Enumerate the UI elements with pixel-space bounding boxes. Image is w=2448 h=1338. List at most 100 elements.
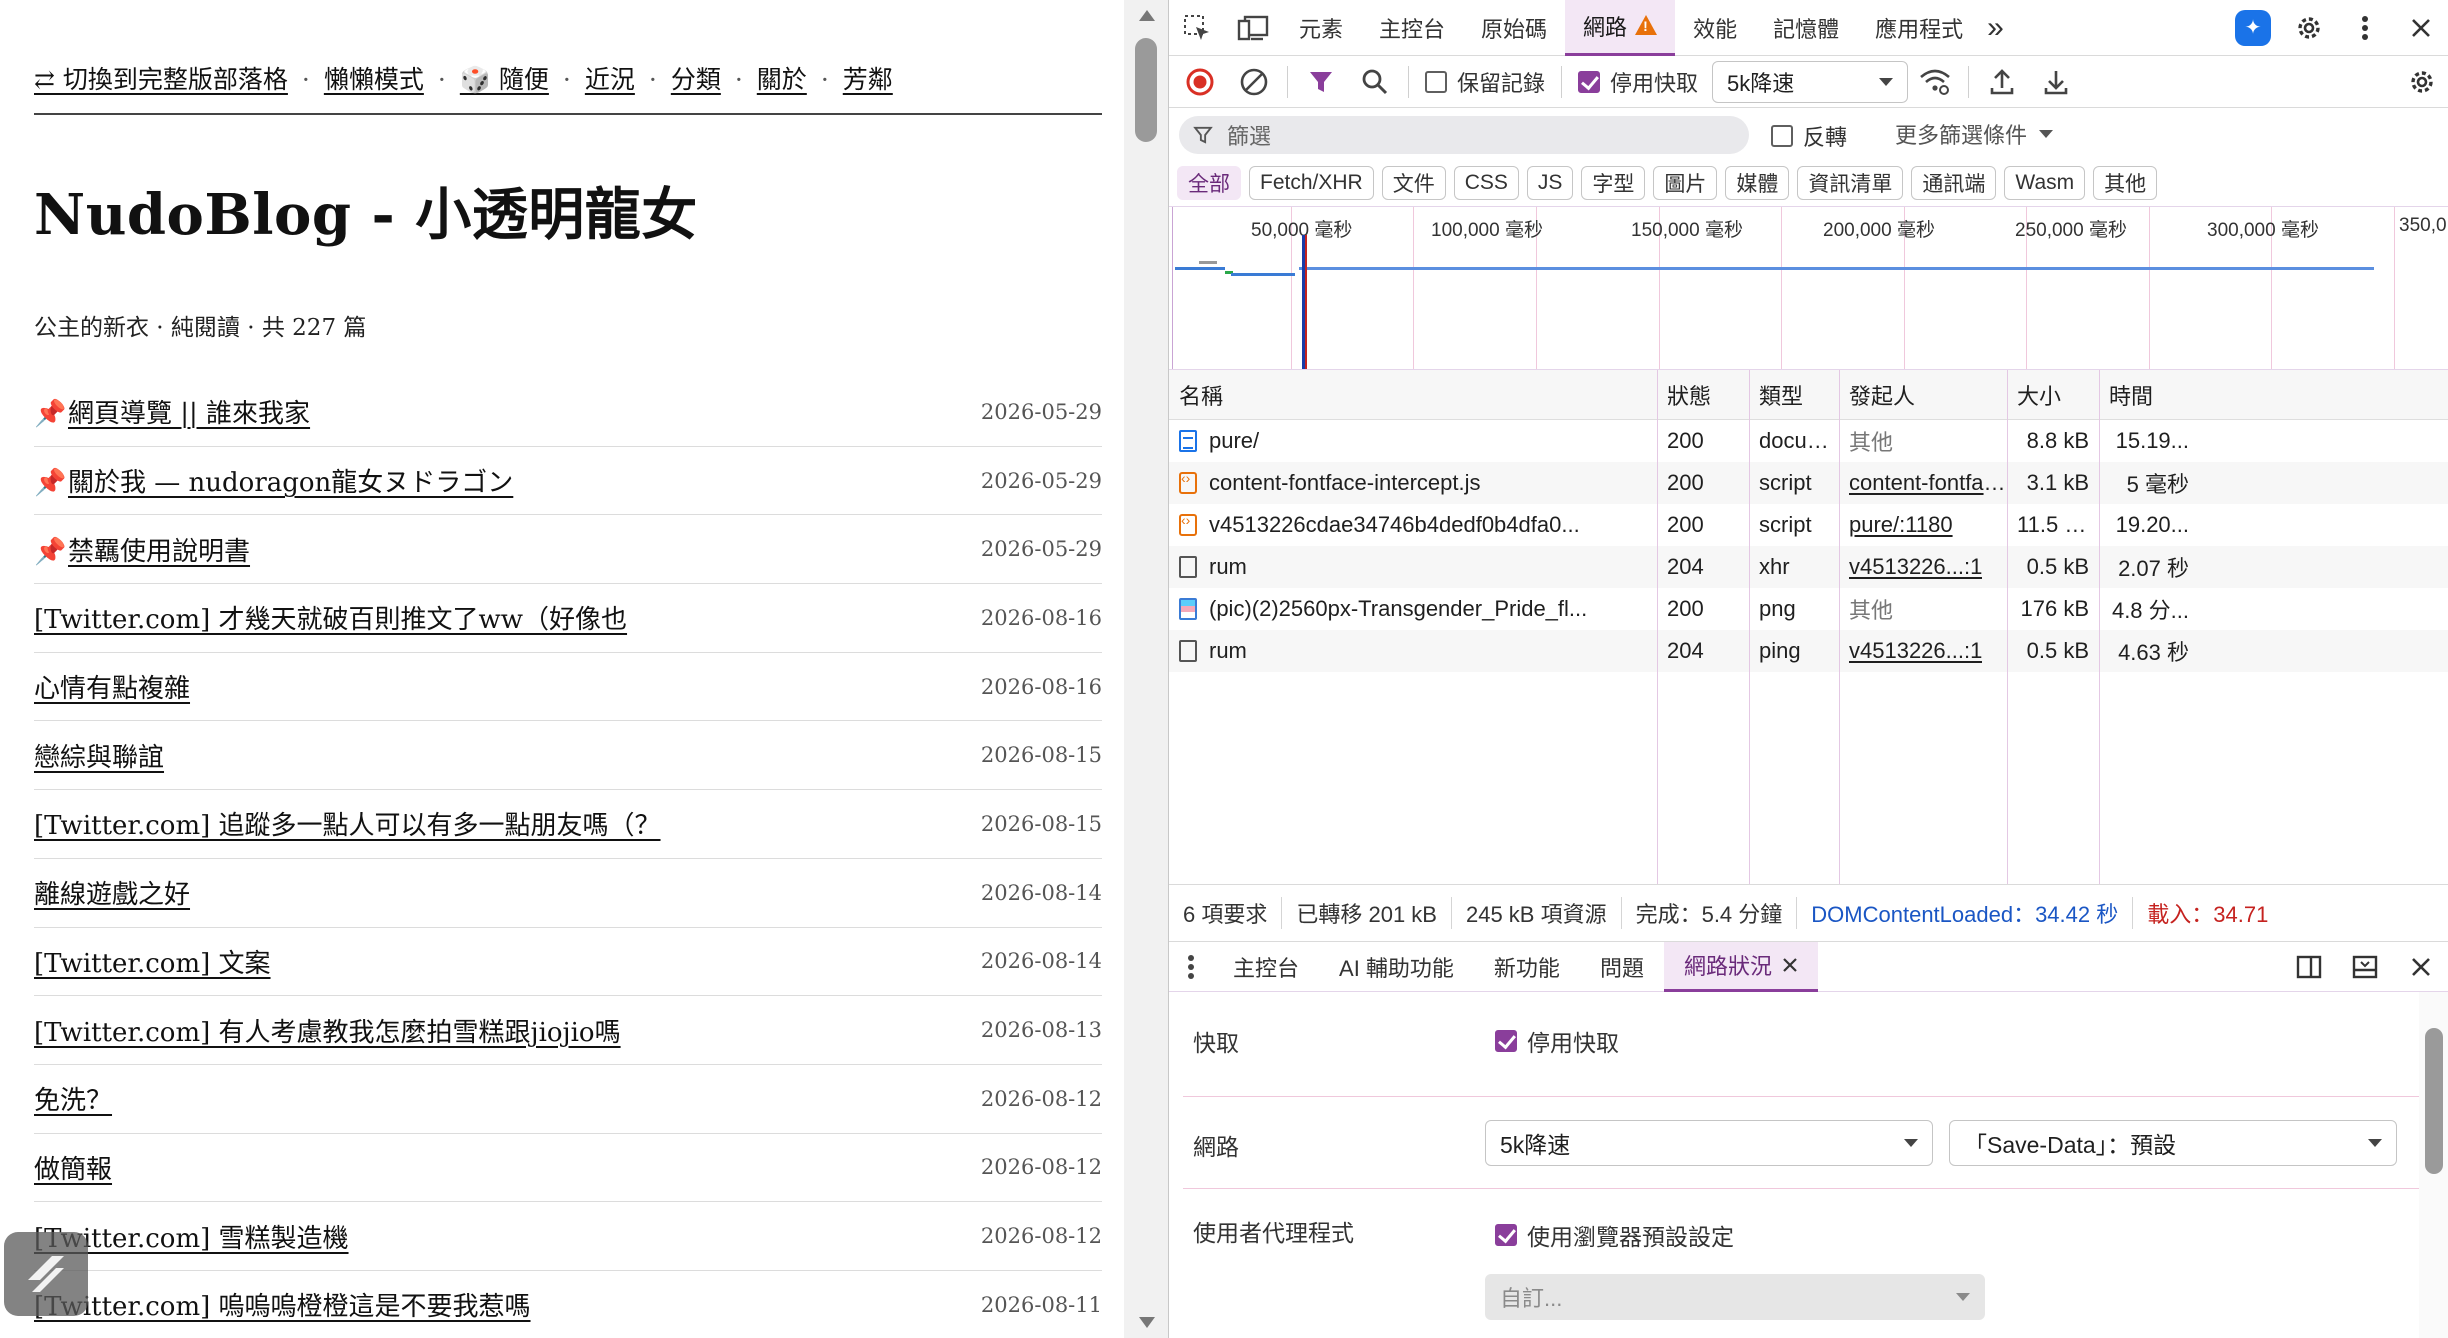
network-overview-timeline[interactable]: 50,000 毫秒 100,000 毫秒 150,000 毫秒 200,000 … <box>1169 206 2448 370</box>
network-conditions-button[interactable] <box>1908 56 1962 108</box>
post-link[interactable]: 做簡報 <box>34 1149 112 1186</box>
device-toolbar-icon[interactable] <box>1225 0 1281 56</box>
preserve-log-checkbox[interactable]: 保留記錄 <box>1415 66 1555 98</box>
column-status[interactable]: 狀態 <box>1657 370 1749 419</box>
request-row[interactable]: v4513226cdae34746b4dedf0b4dfa0... 200 scri… <box>1169 504 2448 546</box>
checkbox-unchecked[interactable] <box>1771 125 1793 147</box>
type-filter-manifest[interactable]: 資訊清單 <box>1797 166 1904 200</box>
type-filter-other[interactable]: 其他 <box>2093 166 2158 200</box>
throttle-select[interactable]: 5k降速 <box>1712 60 1909 103</box>
drawer-tab-whats-new[interactable]: 新功能 <box>1474 942 1580 992</box>
scroll-down-icon[interactable] <box>1139 1317 1155 1328</box>
type-filter-all[interactable]: 全部 <box>1177 166 1241 200</box>
post-link[interactable]: 心情有點複雜 <box>34 668 190 705</box>
floating-app-button[interactable] <box>4 1232 88 1316</box>
kebab-menu-icon[interactable] <box>2337 0 2393 56</box>
type-filter-wasm[interactable]: Wasm <box>2004 166 2086 200</box>
switch-full-link[interactable]: ⇄ 切換到完整版部落格 <box>34 65 288 94</box>
post-link[interactable]: [Twitter.com] 文案 <box>34 943 271 980</box>
drawer-menu-icon[interactable] <box>1169 942 1213 992</box>
settings-icon[interactable] <box>2281 0 2337 56</box>
tab-application[interactable]: 應用程式 <box>1857 0 1981 56</box>
tab-performance[interactable]: 效能 <box>1675 0 1755 56</box>
checkbox-checked[interactable] <box>1495 1030 1517 1052</box>
request-row[interactable]: (pic)(2)2560px-Transgender_Pride_fl... 20… <box>1169 588 2448 630</box>
checkbox-checked[interactable] <box>1578 70 1601 93</box>
close-drawer-icon[interactable] <box>2393 942 2448 992</box>
inspect-element-icon[interactable] <box>1169 0 1225 56</box>
recent-link[interactable]: 近況 <box>585 65 635 94</box>
cell-initiator[interactable]: content-fontface.js:52 <box>1839 462 2007 504</box>
post-link[interactable]: [Twitter.com] 嗚嗚嗚橙橙這是不要我惹嗎 <box>34 1286 531 1323</box>
more-tabs-icon[interactable]: » <box>1981 0 2010 56</box>
clear-log-button[interactable] <box>1227 56 1281 108</box>
cell-initiator[interactable]: pure/:1180 <box>1839 504 2007 546</box>
disable-cache-checkbox[interactable]: 停用快取 <box>1568 66 1708 98</box>
drawer-scrollbar[interactable] <box>2419 992 2448 1338</box>
post-link[interactable]: [Twitter.com] 追蹤多一點人可以有多一點朋友嗎（？ <box>34 805 661 842</box>
post-link[interactable]: 📌關於我 — nudoragon龍女ヌドラゴン <box>34 462 513 499</box>
drawer-disable-cache-checkbox[interactable]: 停用快取 <box>1485 1024 1629 1058</box>
column-initiator[interactable]: 發起人 <box>1839 370 2007 419</box>
cell-initiator[interactable]: v4513226...:1 <box>1839 630 2007 672</box>
filter-input[interactable]: 篩選 <box>1179 116 1749 154</box>
tab-memory[interactable]: 記憶體 <box>1755 0 1857 56</box>
tab-elements[interactable]: 元素 <box>1281 0 1361 56</box>
dock-side-icon[interactable] <box>2281 942 2337 992</box>
close-tab-icon[interactable] <box>1782 957 1798 973</box>
friends-link[interactable]: 芳鄰 <box>843 65 893 94</box>
scrollbar-thumb[interactable] <box>1135 38 1157 142</box>
page-scrollbar[interactable] <box>1124 0 1170 1338</box>
type-filter-fetch[interactable]: Fetch/XHR <box>1249 166 1374 200</box>
type-filter-font[interactable]: 字型 <box>1581 166 1646 200</box>
save-data-select[interactable]: 「Save-Data」：預設 <box>1949 1120 2397 1166</box>
import-har-button[interactable] <box>1975 56 2029 108</box>
more-filters-dropdown[interactable]: 更多篩選條件 <box>1895 108 2054 160</box>
drawer-tab-ai-assistance[interactable]: AI 輔助功能 <box>1319 942 1474 992</box>
post-link[interactable]: 戀綜與聯誼 <box>34 737 164 774</box>
checkbox-unchecked[interactable] <box>1425 70 1447 93</box>
type-filter-ws[interactable]: 通訊端 <box>1911 166 1997 200</box>
drawer-tab-console[interactable]: 主控台 <box>1213 942 1319 992</box>
drawer-throttle-select[interactable]: 5k降速 <box>1485 1120 1933 1166</box>
search-button[interactable] <box>1348 56 1402 108</box>
use-browser-default-checkbox[interactable]: 使用瀏覽器預設設定 <box>1485 1218 1744 1252</box>
random-link[interactable]: 🎲 隨便 <box>460 65 549 94</box>
column-name[interactable]: 名稱 <box>1169 370 1657 419</box>
dock-bottom-icon[interactable] <box>2337 942 2393 992</box>
tab-sources[interactable]: 原始碼 <box>1463 0 1565 56</box>
column-type[interactable]: 類型 <box>1749 370 1839 419</box>
type-filter-media[interactable]: 媒體 <box>1725 166 1790 200</box>
scroll-up-icon[interactable] <box>1139 10 1155 21</box>
invert-checkbox[interactable]: 反轉 <box>1761 120 1857 152</box>
type-filter-img[interactable]: 圖片 <box>1653 166 1718 200</box>
type-filter-doc[interactable]: 文件 <box>1381 166 1446 200</box>
drawer-tab-issues[interactable]: 問題 <box>1580 942 1664 992</box>
column-size[interactable]: 大小 <box>2007 370 2099 419</box>
lazy-mode-link[interactable]: 懶懶模式 <box>324 65 424 94</box>
cell-initiator[interactable]: v4513226...:1 <box>1839 546 2007 588</box>
network-settings-button[interactable] <box>2395 56 2448 108</box>
post-link[interactable]: [Twitter.com] 有人考慮教我怎麼拍雪糕跟jiojio嗎 <box>34 1012 621 1049</box>
post-link[interactable]: 免洗？ <box>34 1080 112 1117</box>
request-row[interactable]: rum 204 ping v4513226...:1 0.5 kB 4.63 秒 <box>1169 630 2448 672</box>
post-link[interactable]: 📌禁羈使用說明書 <box>34 531 250 568</box>
column-time[interactable]: 時間 <box>2099 370 2199 419</box>
type-filter-css[interactable]: CSS <box>1453 166 1519 200</box>
close-devtools-icon[interactable] <box>2393 0 2448 56</box>
tab-console[interactable]: 主控台 <box>1361 0 1463 56</box>
post-link[interactable]: 📌網頁導覽 || 誰來我家 <box>34 393 310 430</box>
request-row[interactable]: rum 204 xhr v4513226...:1 0.5 kB 2.07 秒 <box>1169 546 2448 588</box>
categories-link[interactable]: 分類 <box>671 65 721 94</box>
drawer-scrollbar-thumb[interactable] <box>2425 1028 2443 1174</box>
export-har-button[interactable] <box>2029 56 2083 108</box>
ai-assistance-button[interactable]: ✦ <box>2225 0 2281 56</box>
type-filter-js[interactable]: JS <box>1526 166 1574 200</box>
filter-toggle-button[interactable] <box>1294 56 1348 108</box>
post-link[interactable]: [Twitter.com] 才幾天就破百則推文了ww（好像也 <box>34 599 627 636</box>
tab-network[interactable]: 網路 <box>1565 0 1676 56</box>
request-row[interactable]: content-fontface-intercept.js 200 script co… <box>1169 462 2448 504</box>
checkbox-checked[interactable] <box>1495 1224 1517 1246</box>
request-row[interactable]: pure/200 document 其他 8.8 kB 15.19... <box>1169 420 2448 462</box>
post-link[interactable]: 離線遊戲之好 <box>34 874 190 911</box>
